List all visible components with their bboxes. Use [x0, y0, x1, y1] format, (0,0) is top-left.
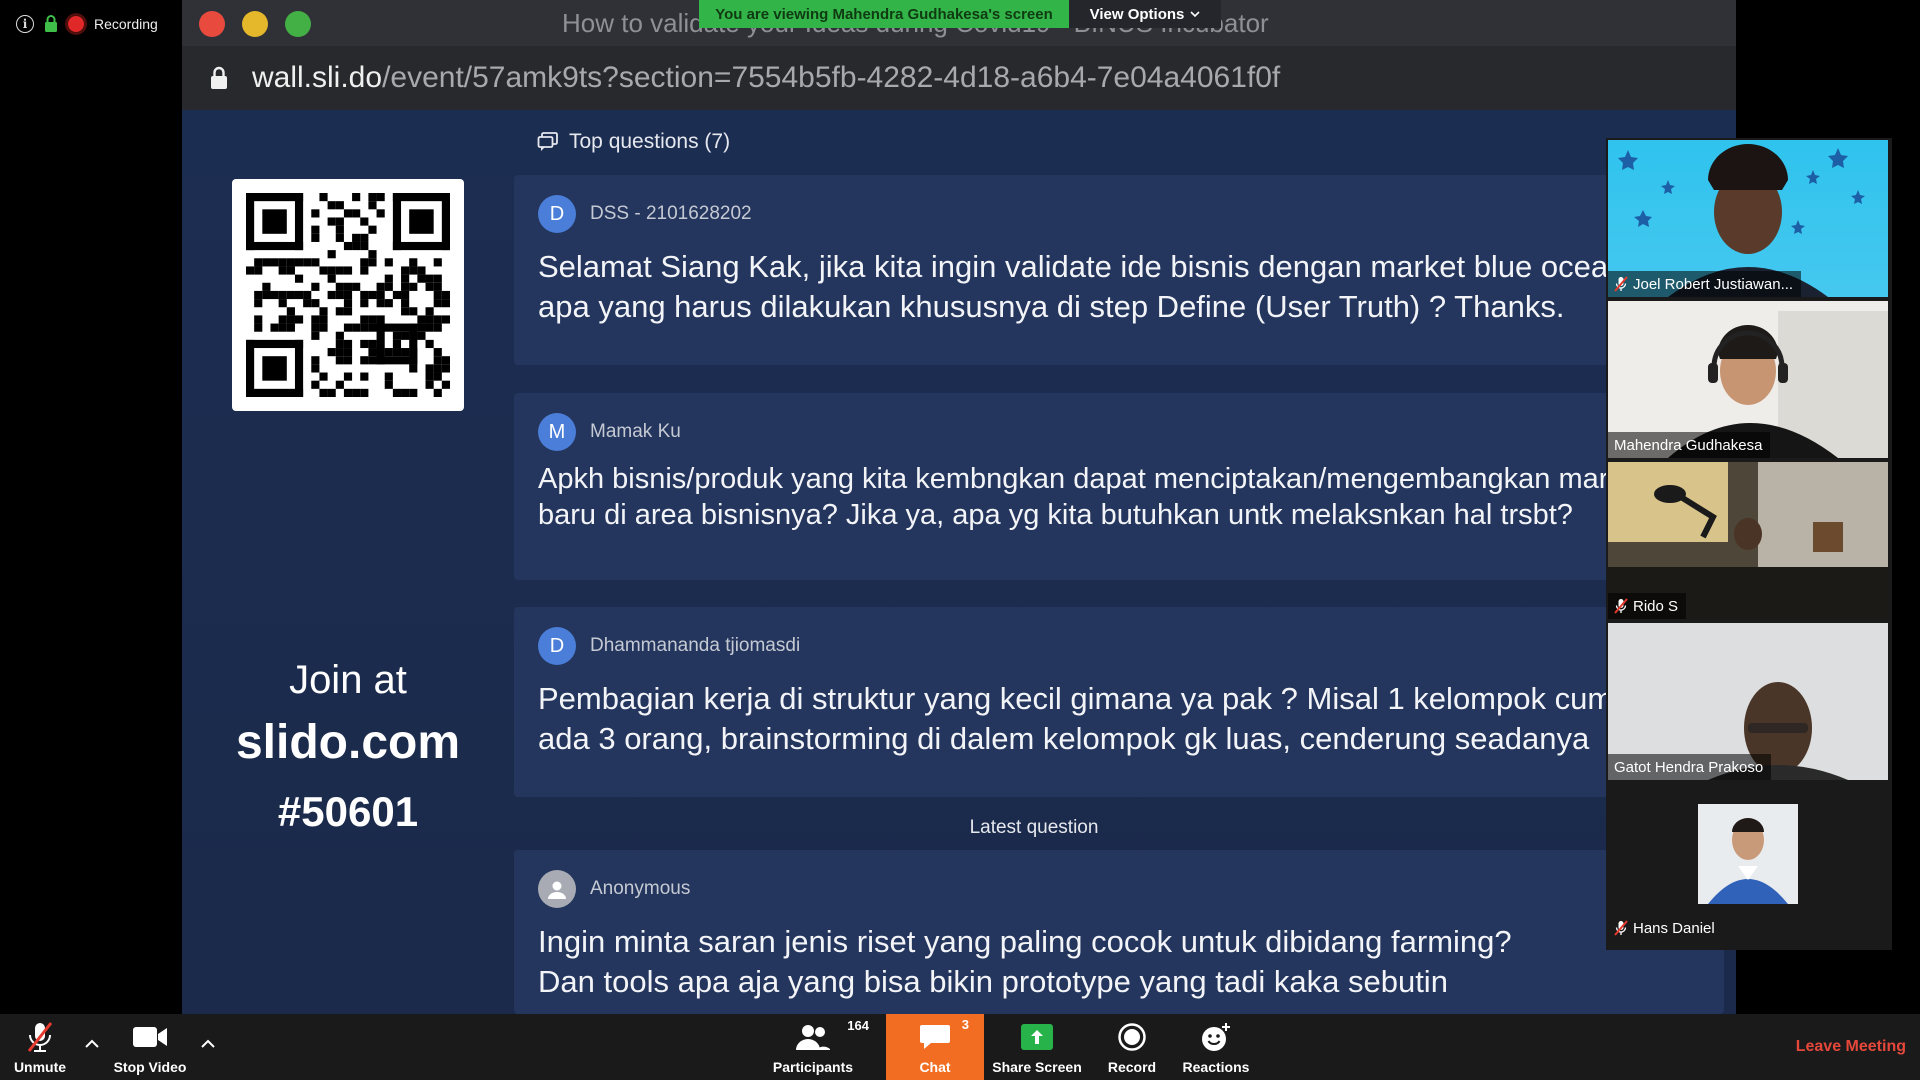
- profile-picture: [1698, 804, 1798, 904]
- question-card: D Dhammananda tjiomasdi Pembagian kerja …: [514, 607, 1724, 797]
- participants-label: Participants: [772, 1059, 854, 1075]
- question-text: Apkh bisnis/produk yang kita kembngkan d…: [538, 463, 1648, 531]
- url-domain: wall.sli.do: [252, 61, 383, 94]
- unmute-label: Unmute: [13, 1059, 67, 1075]
- reactions-label: Reactions: [1182, 1059, 1250, 1075]
- video-tile[interactable]: Joel Robert Justiawan...: [1608, 140, 1888, 297]
- participant-name-label: Gatot Hendra Prakoso: [1608, 754, 1772, 780]
- sharing-banner: You are viewing Mahendra Gudhakesa's scr…: [699, 0, 1069, 28]
- reactions-button[interactable]: Reactions: [1178, 1014, 1254, 1080]
- question-author: Mamak Ku: [590, 421, 681, 442]
- event-code: #50601: [277, 788, 419, 835]
- question-text: Pembagian kerja di struktur yang kecil g…: [538, 681, 1631, 756]
- shared-screen: How to validate your Ideas during Covid1…: [182, 0, 1736, 1014]
- chat-label: Chat: [919, 1059, 951, 1075]
- question-author: DSS - 2101628202: [590, 203, 752, 224]
- audio-options-caret-icon[interactable]: [82, 1034, 102, 1054]
- stop-video-label: Stop Video: [113, 1059, 187, 1075]
- share-screen-icon: [1017, 1020, 1057, 1054]
- question-header: D DSS - 2101628202: [538, 195, 752, 233]
- question-header: D Dhammananda tjiomasdi: [538, 627, 800, 665]
- recording-dot-icon: [68, 16, 84, 32]
- view-options-button[interactable]: View Options: [1069, 0, 1221, 28]
- mic-muted-icon: [1614, 598, 1628, 614]
- chat-unread-badge: 3: [961, 1017, 969, 1032]
- question-card: D DSS - 2101628202 Selamat Siang Kak, ji…: [514, 175, 1724, 365]
- stop-video-button[interactable]: Stop Video: [110, 1014, 190, 1080]
- participant-name-label: Joel Robert Justiawan...: [1608, 271, 1802, 297]
- participants-button[interactable]: 164 Participants: [770, 1014, 869, 1080]
- smiley-plus-icon: [1196, 1020, 1236, 1054]
- participant-name: Mahendra Gudhakesa: [1614, 436, 1763, 454]
- participant-gallery: Joel Robert Justiawan... Mahendra Gudhak…: [1606, 138, 1892, 950]
- avatar: D: [538, 195, 576, 233]
- video-tile-active-speaker[interactable]: Mahendra Gudhakesa: [1608, 301, 1888, 458]
- view-options-label: View Options: [1089, 5, 1185, 23]
- top-questions-header: Top questions (7): [537, 130, 730, 154]
- speech-bubbles-icon: [537, 132, 558, 151]
- participant-name: Rido S: [1633, 597, 1679, 615]
- question-author: Anonymous: [590, 878, 691, 899]
- record-button[interactable]: Record: [1100, 1014, 1164, 1080]
- record-icon: [1112, 1020, 1152, 1054]
- participants-count: 164: [847, 1018, 869, 1033]
- maximize-window-icon: [285, 11, 311, 37]
- slido-wall: Join at slido.com #50601 Top questions (…: [182, 110, 1736, 1014]
- chat-button[interactable]: 3 Chat: [886, 1014, 984, 1080]
- participant-name-label: Mahendra Gudhakesa: [1608, 432, 1771, 458]
- chat-bubble-icon: 3: [915, 1017, 969, 1054]
- minimize-window-icon: [242, 11, 268, 37]
- meeting-toolbar: Unmute Stop Video 164 Participants 3 Cha…: [0, 1014, 1920, 1080]
- question-author: Dhammananda tjiomasdi: [590, 635, 801, 656]
- question-card: M Mamak Ku Apkh bisnis/produk yang kita …: [514, 393, 1724, 580]
- question-header: Anonymous: [538, 870, 690, 908]
- avatar: D: [538, 627, 576, 665]
- url-path: /event/57amk9ts?section=7554b5fb-4282-4d…: [382, 61, 1281, 94]
- participant-name-label: Rido S: [1608, 593, 1687, 619]
- chevron-down-icon: [1190, 11, 1200, 18]
- latest-question-label: Latest question: [969, 817, 1099, 838]
- mic-muted-icon: [1614, 920, 1628, 936]
- participant-name: Hans Daniel: [1633, 919, 1715, 937]
- anonymous-avatar-icon: [538, 870, 576, 908]
- video-tile-off[interactable]: Hans Daniel: [1608, 784, 1888, 941]
- video-options-caret-icon[interactable]: [198, 1034, 218, 1054]
- participants-icon: 164: [793, 1018, 869, 1054]
- qr-code-icon: [246, 193, 450, 397]
- video-tile[interactable]: Rido S: [1608, 462, 1888, 619]
- browser-url-bar: wall.sli.do/event/57amk9ts?section=7554b…: [182, 46, 1736, 110]
- join-info: Join at slido.com #50601: [212, 650, 484, 848]
- join-site: slido.com: [235, 716, 461, 769]
- close-window-icon: [199, 11, 225, 37]
- participant-name: Gatot Hendra Prakoso: [1614, 758, 1764, 776]
- join-label: Join at: [289, 658, 407, 702]
- meeting-status-bar: i Recording: [0, 0, 182, 48]
- share-screen-button[interactable]: Share Screen: [990, 1014, 1084, 1080]
- mic-muted-icon: [20, 1020, 60, 1054]
- unmute-button[interactable]: Unmute: [6, 1014, 74, 1080]
- recording-label: Recording: [94, 16, 158, 32]
- question-text: Ingin minta saran jenis riset yang palin…: [538, 924, 1512, 999]
- qr-code: [232, 179, 464, 411]
- share-screen-label: Share Screen: [992, 1059, 1082, 1075]
- url-text: wall.sli.do/event/57amk9ts?section=7554b…: [252, 61, 1280, 95]
- avatar: M: [538, 413, 576, 451]
- participant-name-label: Hans Daniel: [1608, 915, 1723, 941]
- record-label: Record: [1107, 1059, 1157, 1075]
- encryption-lock-icon[interactable]: [44, 15, 58, 33]
- question-text: Selamat Siang Kak, jika kita ingin valid…: [538, 249, 1634, 324]
- mic-muted-icon: [1614, 276, 1628, 292]
- question-header: M Mamak Ku: [538, 413, 681, 451]
- leave-meeting-button[interactable]: Leave Meeting: [1796, 1014, 1906, 1080]
- participant-name: Joel Robert Justiawan...: [1633, 275, 1794, 293]
- info-icon[interactable]: i: [16, 15, 34, 33]
- url-lock-icon: [211, 66, 227, 89]
- question-card: Anonymous Ingin minta saran jenis riset …: [514, 850, 1724, 1014]
- video-camera-icon: [130, 1020, 170, 1054]
- top-questions-label: Top questions (7): [569, 130, 731, 153]
- video-tile[interactable]: Gatot Hendra Prakoso: [1608, 623, 1888, 780]
